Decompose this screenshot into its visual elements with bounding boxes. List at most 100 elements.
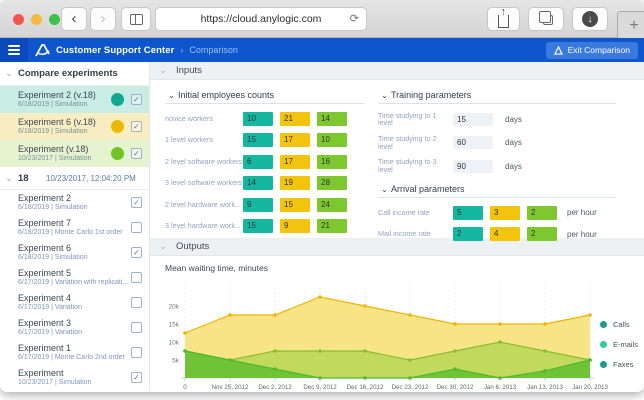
share-button[interactable] xyxy=(487,6,520,31)
menu-button[interactable] xyxy=(0,38,28,62)
browser-toolbar: https://cloud.anylogic.com xyxy=(0,0,644,41)
output-chart: Mean waiting time, minutes 5k 10k 15k 20k 0 N… xyxy=(150,256,644,391)
experiment-checkbox[interactable]: ✓ xyxy=(131,247,142,258)
experiment-list-item[interactable]: Experiment 6 6/18/2019 | Simulation ✓ xyxy=(0,240,149,265)
experiment-checkbox[interactable] xyxy=(131,297,142,308)
minimize-window-button[interactable] xyxy=(31,14,42,25)
selected-experiment-row[interactable]: Experiment 2 (v.18) 6/18/2019 | Simulatio… xyxy=(0,86,149,113)
parameter-value-chip: 2 xyxy=(453,227,483,242)
parameter-value-chip: 14 xyxy=(317,111,347,126)
data-point xyxy=(408,358,412,362)
sidebar-toggle-button[interactable] xyxy=(121,7,151,31)
parameter-value-input[interactable]: 90 xyxy=(453,159,493,173)
parameter-value-chip: 17 xyxy=(280,154,310,169)
legend-label: E-mails xyxy=(613,339,639,349)
parameter-value-input[interactable]: 60 xyxy=(453,136,493,150)
experiment-name: Experiment 3 xyxy=(18,318,72,328)
tabs-button[interactable] xyxy=(528,7,564,31)
data-point xyxy=(543,322,547,326)
parameter-label: Mail income rate xyxy=(378,229,431,239)
group-id: 18 xyxy=(18,172,29,184)
parameter-label: 2 level software workers xyxy=(165,156,243,166)
parameter-value-chip: 2 xyxy=(527,227,557,242)
legend-item[interactable]: Calls xyxy=(600,314,638,334)
x-tick-label: Dec 16, 2012 xyxy=(347,384,384,391)
experiment-checkbox[interactable] xyxy=(131,222,142,233)
experiment-meta: 6/17/2019 | Variation xyxy=(18,329,82,336)
parameter-row: Call income rate 5 3 2 per hour xyxy=(378,205,616,220)
experiment-list-item[interactable]: Experiment 7 6/18/2019 | Monte Carlo 1st … xyxy=(0,215,149,240)
app-title[interactable]: Customer Support Center xyxy=(56,45,174,56)
experiment-list-item[interactable]: Experiment 10/23/2017 | Simulation ✓ xyxy=(0,365,149,390)
experiment-group-header[interactable]: 18 10/23/2017, 12:04:20 PM xyxy=(0,167,149,190)
data-point xyxy=(588,358,592,362)
experiment-checkbox[interactable] xyxy=(131,272,142,283)
y-tick-label: 15k xyxy=(169,321,180,328)
experiment-checkbox[interactable]: ✓ xyxy=(131,148,142,159)
close-window-button[interactable] xyxy=(13,14,24,25)
parameter-value-chip: 14 xyxy=(243,176,273,190)
address-bar[interactable]: https://cloud.anylogic.com xyxy=(155,7,367,31)
back-button[interactable] xyxy=(61,7,87,31)
data-point xyxy=(273,349,277,353)
data-point xyxy=(408,313,412,317)
experiment-name: Experiment 6 (v.18) xyxy=(18,116,96,127)
exit-comparison-icon xyxy=(553,45,563,55)
experiment-name: Experiment xyxy=(18,368,64,378)
compare-experiments-header[interactable]: Compare experiments xyxy=(0,62,149,86)
share-icon xyxy=(498,6,509,28)
experiment-list-item[interactable]: Experiment 5 6/17/2019 | Variation with r… xyxy=(0,265,149,290)
x-tick-label: Dec 23, 2012 xyxy=(392,384,429,391)
parameter-value-chip: 16 xyxy=(317,154,347,169)
experiment-checkbox[interactable]: ✓ xyxy=(131,121,142,132)
experiment-checkbox[interactable]: ✓ xyxy=(131,94,142,105)
exit-comparison-button[interactable]: Exit Comparison xyxy=(545,41,638,59)
experiment-meta: 6/18/2019 | Simulation xyxy=(18,100,88,108)
chevron-down-icon xyxy=(378,91,391,100)
employees-subsection-header[interactable]: Initial employees counts xyxy=(165,90,365,104)
parameter-value-chip: 24 xyxy=(317,197,347,212)
experiment-checkbox[interactable]: ✓ xyxy=(131,372,142,383)
url-text: https://cloud.anylogic.com xyxy=(200,13,322,25)
parameter-value-chip: 21 xyxy=(317,219,347,233)
experiment-list-item[interactable]: Experiment 1 6/17/2019 | Monte Carlo 2nd … xyxy=(0,340,149,365)
chart-title: Mean waiting time, minutes xyxy=(165,263,268,273)
parameter-row: 2 level software workers 6 17 16 xyxy=(165,154,365,169)
experiment-meta: 6/17/2019 | Variation with replicati... xyxy=(18,279,129,286)
x-tick-label: 0 xyxy=(183,384,187,391)
parameter-row: novice workers 10 21 14 xyxy=(165,111,365,126)
data-point xyxy=(318,349,322,353)
experiment-checkbox[interactable] xyxy=(131,322,142,333)
breadcrumb: Comparison xyxy=(189,45,238,55)
legend-item[interactable]: E-mails xyxy=(600,334,638,354)
inputs-section-header[interactable]: Inputs xyxy=(150,62,644,80)
experiment-list-item[interactable]: Experiment 2 6/18/2019 | Simulation ✓ xyxy=(0,190,149,215)
experiment-name: Experiment 1 xyxy=(18,343,72,353)
data-point xyxy=(318,295,322,299)
experiment-checkbox[interactable] xyxy=(131,347,142,358)
forward-button[interactable] xyxy=(90,7,116,31)
parameter-value-chip: 15 xyxy=(243,133,273,147)
selected-experiment-row[interactable]: Experiment 6 (v.18) 6/18/2019 | Simulatio… xyxy=(0,113,149,140)
training-subsection-header[interactable]: Training parameters xyxy=(378,90,616,104)
data-point xyxy=(273,313,277,317)
parameter-label: novice workers xyxy=(165,113,213,123)
experiment-list-item[interactable]: Experiment 3 6/17/2019 | Variation xyxy=(0,315,149,340)
area-chart: 5k 10k 15k 20k 0 Nov 25, 2012 Dec 2, 2012 Dec 9… xyxy=(169,284,608,391)
download-button[interactable] xyxy=(572,7,608,31)
selected-experiment-row[interactable]: Experiment (v.18) 10/23/2017 | Simulation… xyxy=(0,140,149,167)
parameter-value-chip: 17 xyxy=(280,133,310,147)
parameter-value-chip: 6 xyxy=(243,154,273,169)
parameter-row: Mail income rate 2 4 2 per hour xyxy=(378,227,616,242)
zoom-window-button[interactable] xyxy=(49,14,60,25)
experiment-meta: 10/23/2017 | Simulation xyxy=(18,154,92,162)
experiment-checkbox[interactable]: ✓ xyxy=(131,197,142,208)
legend-item[interactable]: Faxes xyxy=(600,354,638,374)
parameter-label: Time studying to 2 level xyxy=(378,133,437,151)
parameter-value-input[interactable]: 15 xyxy=(453,112,493,126)
parameter-value-chip: 5 xyxy=(453,205,483,220)
new-tab-button[interactable] xyxy=(617,11,644,41)
comparison-main: Inputs Initial employees counts novice w… xyxy=(150,62,644,391)
arrival-subsection-header[interactable]: Arrival parameters xyxy=(378,184,616,199)
experiment-list-item[interactable]: Experiment 4 6/17/2019 | Variation xyxy=(0,290,149,315)
